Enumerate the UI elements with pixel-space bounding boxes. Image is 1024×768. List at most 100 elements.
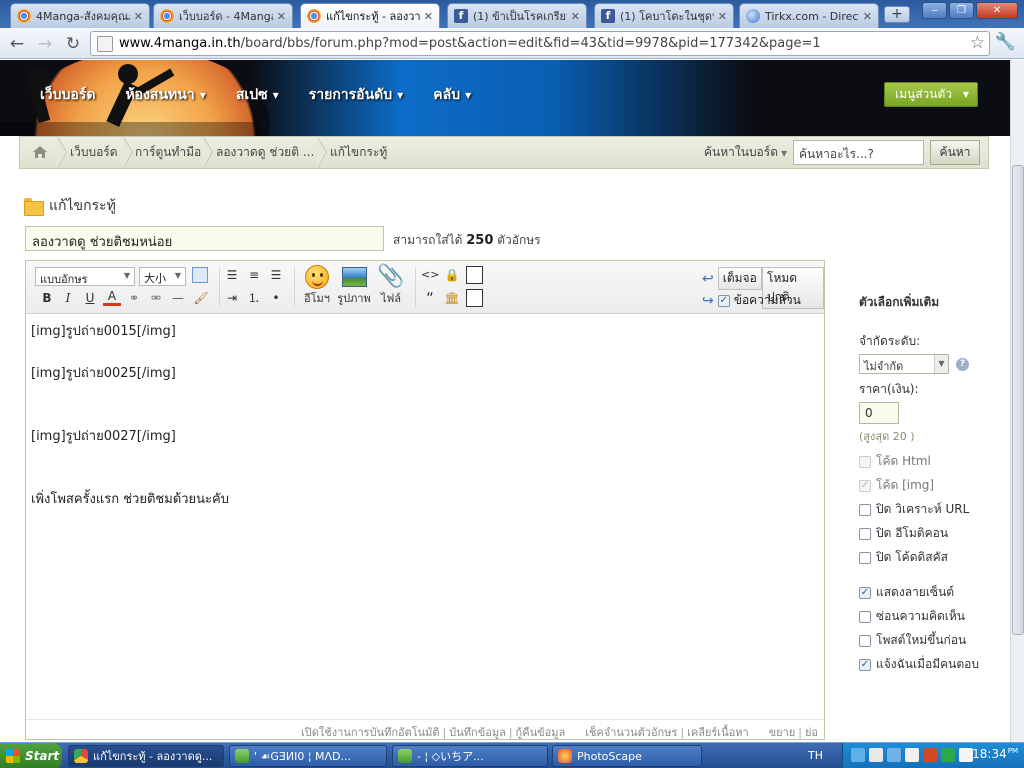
unlink-icon[interactable]: ⚮: [147, 289, 165, 307]
user-menu-button[interactable]: เมนูส่วนตัว ▼: [884, 82, 978, 107]
read-perm-select[interactable]: ไม่จำกัด ▼: [859, 354, 949, 374]
tab-close-icon[interactable]: ✕: [424, 10, 433, 23]
plain-text-checkbox[interactable]: ✓: [717, 294, 730, 307]
network-icon[interactable]: [851, 748, 865, 762]
plain-text-toggle[interactable]: ↪ ✓ ข้อความล้วน: [702, 291, 801, 310]
table-icon[interactable]: [192, 267, 208, 283]
editor-footer-link[interactable]: ย่อ: [805, 726, 818, 739]
option-checkbox-row[interactable]: โพสต์ใหม่ขึ้นก่อน: [859, 631, 966, 650]
tab-close-icon[interactable]: ✕: [863, 10, 872, 23]
ordered-list-icon[interactable]: ⒈: [245, 289, 263, 307]
minimize-button[interactable]: ‒: [922, 2, 947, 19]
browser-tab[interactable]: แก้ไขกระทู้ - ลองวาด ✕: [300, 3, 440, 28]
smiley-button[interactable]: อีโมฯ: [299, 265, 335, 307]
option-checkbox[interactable]: ✓: [859, 658, 871, 671]
help-icon[interactable]: ?: [956, 358, 969, 371]
option-checkbox[interactable]: [859, 527, 871, 540]
media-icon[interactable]: [466, 266, 483, 284]
editor-footer-link[interactable]: ขยาย: [769, 726, 796, 739]
browser-tab[interactable]: Tirkx.com - Direct Ar ✕: [739, 3, 879, 28]
unordered-list-icon[interactable]: •: [267, 289, 285, 307]
fullscreen-button[interactable]: ↩ เต็มจอ: [702, 267, 762, 290]
nav-item[interactable]: เว็บบอร์ด: [40, 84, 95, 106]
tray-app-icon[interactable]: [923, 748, 937, 762]
scrollbar-thumb[interactable]: [1012, 165, 1024, 635]
tray-app-icon[interactable]: [941, 748, 955, 762]
option-checkbox[interactable]: [859, 551, 871, 564]
taskbar-item[interactable]: - ¦ ◇いちア...: [392, 745, 548, 767]
option-checkbox-row[interactable]: ปิด วิเคราะห์ URL: [859, 500, 969, 519]
underline-button[interactable]: U: [81, 289, 99, 307]
hide-lock-icon[interactable]: 🔒: [443, 266, 461, 284]
nav-item[interactable]: คลับ ▼: [433, 84, 471, 106]
breadcrumb-item-forum[interactable]: การ์ตูนทำมือ: [135, 137, 201, 168]
indent-icon[interactable]: ⇥: [223, 289, 241, 307]
link-icon[interactable]: ⚭: [125, 289, 143, 307]
tray-app-icon[interactable]: [905, 748, 919, 762]
taskbar-item[interactable]: ' ☙GƎИI0 ¦ MΛD...: [229, 745, 387, 767]
option-checkbox-row[interactable]: ปิด โค้ดดิสคัส: [859, 548, 948, 567]
option-checkbox-row[interactable]: ซ่อนความคิดเห็น: [859, 607, 965, 626]
horizontal-rule-icon[interactable]: —: [169, 289, 187, 307]
search-button[interactable]: ค้นหา: [930, 140, 980, 165]
option-checkbox[interactable]: [859, 634, 871, 647]
align-right-icon[interactable]: ☰: [267, 266, 285, 284]
reload-icon[interactable]: ↻: [62, 33, 84, 55]
option-checkbox[interactable]: [859, 503, 871, 516]
flash-icon[interactable]: [466, 289, 483, 307]
editor-footer-link[interactable]: เช็คจำนวนตัวอักษร: [585, 726, 677, 739]
tray-app-icon[interactable]: [869, 748, 883, 762]
option-checkbox-row[interactable]: ปิด อีโมติคอน: [859, 524, 948, 543]
breadcrumb-item-board[interactable]: เว็บบอร์ด: [70, 137, 118, 168]
address-bar[interactable]: www.4manga.in.th/board/bbs/forum.php?mod…: [90, 31, 990, 56]
back-icon[interactable]: ←: [6, 33, 28, 55]
italic-button[interactable]: I: [59, 289, 77, 307]
start-button[interactable]: Start: [0, 743, 62, 768]
bookmark-star-icon[interactable]: ☆: [970, 33, 985, 53]
option-checkbox-row[interactable]: ✓ แสดงลายเซ็นต์: [859, 583, 954, 602]
quote-button[interactable]: “: [421, 289, 439, 307]
new-tab-button[interactable]: +: [884, 6, 910, 23]
option-checkbox[interactable]: [859, 610, 871, 623]
tab-close-icon[interactable]: ✕: [277, 10, 286, 23]
font-size-select[interactable]: 大小 ▼: [139, 267, 186, 286]
editor-footer-link[interactable]: บันทึกข้อมูล: [449, 726, 506, 739]
language-indicator[interactable]: TH: [808, 749, 823, 762]
option-checkbox[interactable]: ✓: [859, 586, 871, 599]
nav-item[interactable]: ห้องสนทนา ▼: [125, 84, 205, 106]
align-left-icon[interactable]: ☰: [223, 266, 241, 284]
taskbar-item[interactable]: แก้ไขกระทู้ - ลองวาดดู...: [68, 745, 224, 767]
browser-tab[interactable]: เว็บบอร์ด - 4Manga- ✕: [153, 3, 293, 28]
tab-close-icon[interactable]: ✕: [571, 10, 580, 23]
breadcrumb-item-thread[interactable]: ลองวาดดู ช่วยติ ...: [216, 137, 314, 168]
editor-footer-link[interactable]: เคลียร์เนื้อหา: [687, 726, 749, 739]
wrench-menu-icon[interactable]: 🔧: [995, 32, 1016, 52]
tab-close-icon[interactable]: ✕: [134, 10, 143, 23]
post-body-textarea[interactable]: [img]รูปถ่าย0015[/img] [img]รูปถ่าย0025[…: [26, 315, 824, 715]
page-scrollbar[interactable]: [1010, 60, 1024, 742]
nav-item[interactable]: สเปซ ▼: [236, 84, 279, 106]
option-checkbox-row[interactable]: ✓ แจ้งฉันเมื่อมีคนตอบ: [859, 655, 979, 674]
maximize-button[interactable]: ❐: [949, 2, 974, 19]
nav-item[interactable]: รายการอันดับ ▼: [309, 84, 404, 106]
taskbar-item[interactable]: PhotoScape: [552, 745, 702, 767]
tray-app-icon[interactable]: [959, 748, 973, 762]
image-button[interactable]: รูปภาพ: [336, 265, 372, 307]
browser-tab[interactable]: f (1) ข้าเป็นโรคเกรียนเ ✕: [447, 3, 587, 28]
font-family-select[interactable]: แบบอักษร ▼: [35, 267, 135, 286]
free-content-icon[interactable]: 🏛: [443, 289, 461, 307]
browser-tab[interactable]: f (1) โคบาโตะในชุดนัก ✕: [594, 3, 734, 28]
home-icon[interactable]: [32, 144, 48, 160]
attach-button[interactable]: 📎 ไฟล์: [373, 265, 409, 307]
code-button[interactable]: <>: [421, 266, 439, 284]
editor-footer-link[interactable]: กู้คืนข้อมูล: [516, 726, 566, 739]
price-input[interactable]: 0: [859, 402, 899, 424]
align-center-icon[interactable]: ≡: [245, 266, 263, 284]
clear-format-icon[interactable]: 🖌: [192, 289, 210, 307]
forward-icon[interactable]: →: [34, 33, 56, 55]
bold-button[interactable]: B: [38, 289, 56, 307]
taskbar-clock[interactable]: 18:34 PM: [972, 747, 1018, 761]
tray-app-icon[interactable]: [887, 748, 901, 762]
search-scope-select[interactable]: ค้นหาในบอร์ด ▼: [704, 137, 787, 168]
browser-tab[interactable]: 4Manga-สังคมคุณภา ✕: [10, 3, 150, 28]
